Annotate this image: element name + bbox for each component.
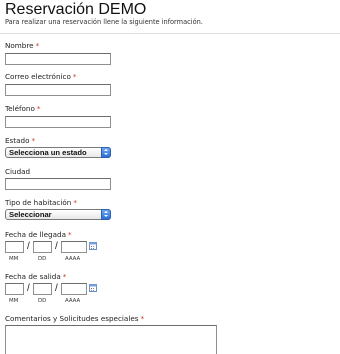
year-hint: AAAA — [65, 256, 81, 262]
required-marker: * — [31, 136, 36, 145]
fecha-salida-label-text: Fecha de salida — [5, 272, 61, 281]
required-marker: * — [35, 41, 40, 50]
telefono-label-text: Teléfono — [5, 104, 35, 113]
date-separator: / — [27, 241, 30, 252]
telefono-input[interactable] — [5, 116, 111, 128]
estado-select[interactable]: Selecciona un estado — [5, 147, 111, 158]
telefono-label: Teléfono * — [5, 104, 40, 113]
llegada-day-input[interactable] — [33, 241, 52, 253]
year-hint: AAAA — [65, 298, 81, 304]
date-separator: / — [55, 241, 58, 252]
calendar-icon[interactable] — [89, 284, 97, 292]
select-arrows-icon — [101, 209, 111, 220]
estado-label: Estado * — [5, 136, 35, 145]
month-hint: MM — [9, 256, 19, 262]
nombre-label: Nombre * — [5, 41, 39, 50]
ciudad-input[interactable] — [5, 178, 111, 190]
correo-label: Correo electrónico * — [5, 72, 76, 81]
date-separator: / — [27, 283, 30, 294]
fecha-llegada-label-text: Fecha de llegada — [5, 230, 66, 239]
required-marker: * — [62, 272, 67, 281]
comentarios-label: Comentarios y Solicitudes especiales * — [5, 314, 144, 323]
reservation-form-page: Reservación DEMO Para realizar una reser… — [0, 0, 340, 354]
salida-month-input[interactable] — [5, 283, 24, 295]
required-marker: * — [72, 72, 77, 81]
ciudad-label: Ciudad — [5, 167, 30, 176]
required-marker: * — [36, 104, 41, 113]
required-marker: * — [140, 314, 145, 323]
tipo-habitacion-selected-value: Seleccionar — [9, 210, 52, 219]
day-hint: DD — [38, 256, 47, 262]
day-hint: DD — [38, 298, 47, 304]
header-divider — [0, 33, 340, 34]
tipo-habitacion-label: Tipo de habitación * — [5, 198, 77, 207]
select-arrows-icon — [101, 147, 111, 158]
required-marker: * — [67, 230, 72, 239]
estado-label-text: Estado — [5, 136, 30, 145]
llegada-month-input[interactable] — [5, 241, 24, 253]
tipo-habitacion-label-text: Tipo de habitación — [5, 198, 72, 207]
required-marker: * — [73, 198, 77, 207]
page-title: Reservación DEMO — [5, 1, 147, 18]
correo-label-text: Correo electrónico — [5, 72, 71, 81]
nombre-input[interactable] — [5, 53, 111, 65]
fecha-salida-label: Fecha de salida * — [5, 272, 66, 281]
tipo-habitacion-select[interactable]: Seleccionar — [5, 209, 111, 220]
fecha-llegada-label: Fecha de llegada * — [5, 230, 72, 239]
llegada-year-input[interactable] — [61, 241, 87, 253]
page-subtitle: Para realizar una reservación llene la s… — [5, 18, 203, 26]
salida-year-input[interactable] — [61, 283, 87, 295]
comentarios-textarea[interactable] — [5, 325, 217, 354]
date-separator: / — [55, 283, 58, 294]
salida-day-input[interactable] — [33, 283, 52, 295]
nombre-label-text: Nombre — [5, 41, 34, 50]
correo-input[interactable] — [5, 84, 111, 96]
calendar-icon[interactable] — [89, 242, 97, 250]
estado-selected-value: Selecciona un estado — [9, 148, 87, 157]
ciudad-label-text: Ciudad — [5, 167, 31, 176]
month-hint: MM — [9, 298, 19, 304]
comentarios-label-text: Comentarios y Solicitudes especiales — [5, 314, 139, 323]
